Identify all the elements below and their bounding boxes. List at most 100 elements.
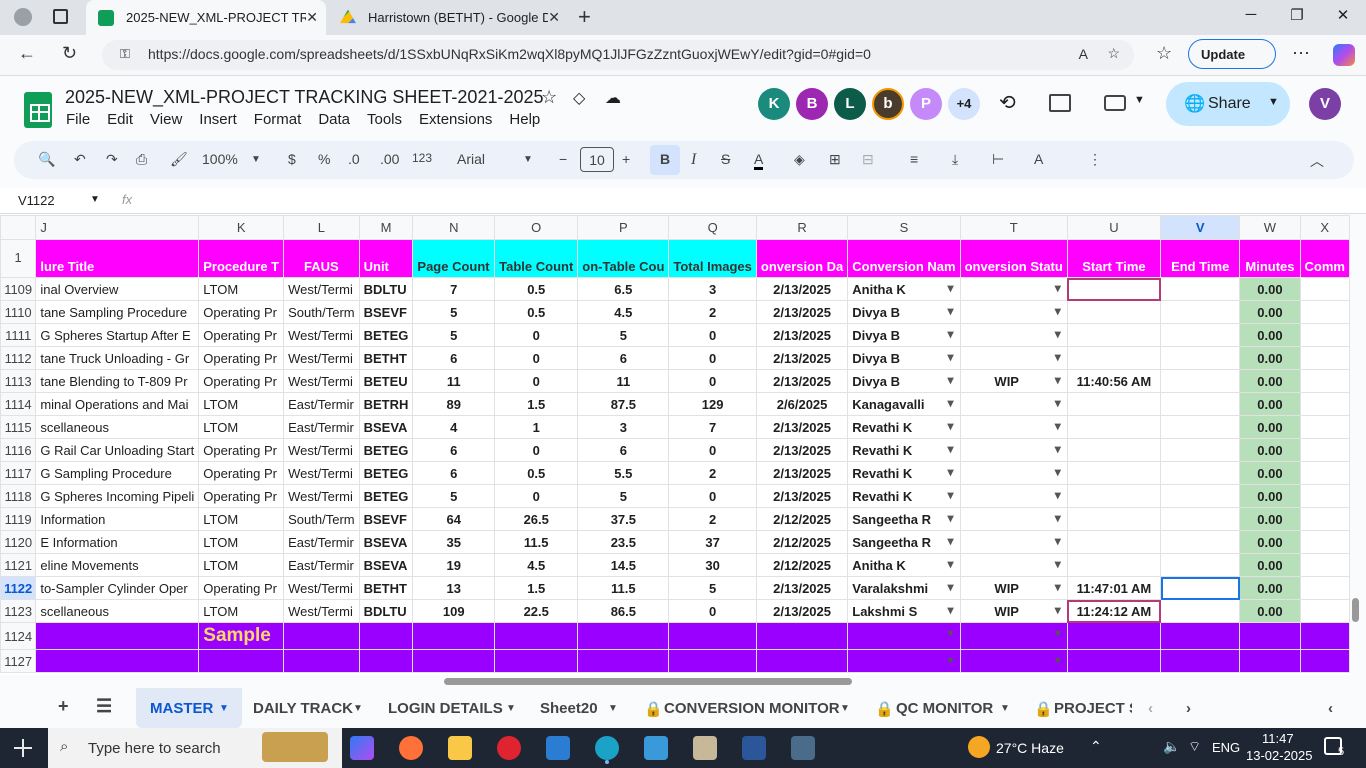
total-images-cell[interactable]: 7 [668,415,757,439]
unit-cell[interactable]: BETEG [358,438,414,462]
conversion-name-cell[interactable]: Divya B [847,346,961,370]
table-count-cell[interactable]: 0.5 [494,277,579,301]
back-icon[interactable]: ← [18,43,36,64]
favorites-icon[interactable]: ☆ [1156,43,1172,64]
minutes-cell[interactable]: 0.00 [1239,300,1301,324]
copilot-icon[interactable] [1333,44,1355,66]
table-count-cell[interactable]: 4.5 [494,553,579,577]
procedure-type-cell[interactable]: LTOM [198,553,285,577]
browser-tab-sheets[interactable]: 2025-NEW_XML-PROJECT TRACK ✕ [86,0,326,35]
comments-cell[interactable] [1299,369,1350,393]
name-box-dropdown-icon[interactable]: ▼ [90,194,100,205]
opera-icon[interactable] [497,736,521,760]
non-table-count-cell[interactable]: 5.5 [577,461,670,485]
procedure-type-cell[interactable]: Operating Pr [198,369,285,393]
unit-cell[interactable]: BETEU [358,369,414,393]
sheet-tab-menu-icon[interactable]: ▼ [353,703,363,714]
minutes-cell[interactable]: 0.00 [1239,461,1301,485]
conversion-date-cell[interactable]: 2/12/2025 [755,507,849,531]
start-time-cell[interactable] [1066,392,1162,416]
collapse-sidebar-icon[interactable]: ‹ [1328,700,1333,717]
total-images-cell[interactable]: 2 [668,507,757,531]
conversion-status-cell[interactable] [959,392,1068,416]
menu-file[interactable]: File [66,111,90,128]
sheet-tab-menu-icon[interactable]: ▼ [608,703,618,714]
table-count-cell[interactable]: 1.5 [494,392,579,416]
column-header[interactable]: L [283,215,360,240]
weather-text[interactable]: 27°C Haze [996,740,1064,756]
faus-cell[interactable]: West/Termi [283,369,360,393]
row-number[interactable]: 1112 [0,346,37,370]
column-header[interactable]: J [35,215,200,240]
minutes-cell[interactable]: 0.00 [1239,369,1301,393]
page-count-cell[interactable]: 7 [412,277,496,301]
procedure-type-cell[interactable]: Operating Pr [198,300,285,324]
procedure-title-cell[interactable]: inal Overview [35,277,200,301]
procedure-type-cell[interactable]: LTOM [198,277,285,301]
collaborator-avatar[interactable]: P [910,88,942,120]
table-count-cell[interactable]: 1 [494,415,579,439]
band-cell[interactable] [755,649,849,673]
column-header[interactable]: M [358,215,414,240]
row-number[interactable]: 1110 [0,300,37,324]
unit-cell[interactable]: BSEVF [358,300,414,324]
comments-cell[interactable] [1299,346,1350,370]
end-time-cell[interactable] [1160,415,1241,439]
procedure-title-cell[interactable]: tane Truck Unloading - Gr [35,346,200,370]
column-header[interactable]: O [494,215,579,240]
collaborator-avatar[interactable]: L [834,88,866,120]
procedure-type-cell[interactable]: Operating Pr [198,461,285,485]
procedure-title-cell[interactable]: Information [35,507,200,531]
page-count-cell[interactable]: 6 [412,461,496,485]
conversion-date-cell[interactable]: 2/12/2025 [755,553,849,577]
row-number[interactable]: 1122 [0,576,37,600]
conversion-date-cell[interactable]: 2/13/2025 [755,369,849,393]
print-icon[interactable]: ⎙ [136,151,147,168]
start-time-cell[interactable] [1066,461,1162,485]
sheet-tab-menu-icon[interactable]: ▼ [1000,703,1010,714]
end-time-cell[interactable] [1160,392,1241,416]
collapse-toolbar-icon[interactable]: ︿ [1310,151,1324,171]
file-explorer-icon[interactable] [448,736,472,760]
site-info-icon[interactable]: ⚿ [120,46,130,62]
horizontal-scrollbar[interactable] [444,678,852,685]
column-header[interactable]: Q [668,215,757,240]
band-cell[interactable] [35,649,200,673]
all-sheets-icon[interactable]: ☰ [96,696,112,717]
unit-cell[interactable]: BETHT [358,576,414,600]
header-cell[interactable]: Total Images [668,239,757,278]
procedure-type-cell[interactable]: Operating Pr [198,346,285,370]
start-time-cell[interactable]: 11:40:56 AM [1066,369,1162,393]
procedure-title-cell[interactable]: tane Sampling Procedure [35,300,200,324]
table-count-cell[interactable]: 1.5 [494,576,579,600]
band-cell[interactable] [1299,622,1350,650]
header-cell[interactable]: Comm [1299,239,1350,278]
table-count-cell[interactable]: 26.5 [494,507,579,531]
procedure-title-cell[interactable]: tane Blending to T-809 Pr [35,369,200,393]
minutes-cell[interactable]: 0.00 [1239,323,1301,347]
start-time-cell[interactable] [1066,507,1162,531]
comments-cell[interactable] [1299,392,1350,416]
row-number[interactable]: 1127 [0,649,37,673]
favorite-star-icon[interactable]: ☆ [1107,45,1120,62]
faus-cell[interactable]: East/Termir [283,530,360,554]
total-images-cell[interactable]: 5 [668,576,757,600]
page-count-cell[interactable]: 4 [412,415,496,439]
band-cell[interactable] [577,622,670,650]
band-cell[interactable] [1066,649,1162,673]
font-select[interactable]: Arial [457,151,485,167]
conversion-date-cell[interactable]: 2/13/2025 [755,576,849,600]
scroll-tabs-left-icon[interactable]: ‹ [1148,700,1153,717]
page-count-cell[interactable]: 6 [412,346,496,370]
total-images-cell[interactable]: 0 [668,346,757,370]
conversion-name-cell[interactable]: Anitha K [847,277,961,301]
network-icon[interactable]: ⌔ [1188,738,1201,756]
start-time-cell[interactable]: 11:47:01 AM [1066,576,1162,600]
conversion-name-cell[interactable]: Anitha K [847,553,961,577]
conversion-status-cell[interactable] [959,530,1068,554]
row-number[interactable]: 1120 [0,530,37,554]
move-folder-icon[interactable]: ◇ [573,88,585,108]
page-count-cell[interactable]: 5 [412,300,496,324]
new-tab-icon[interactable]: + [578,4,591,30]
band-cell[interactable] [35,622,200,650]
